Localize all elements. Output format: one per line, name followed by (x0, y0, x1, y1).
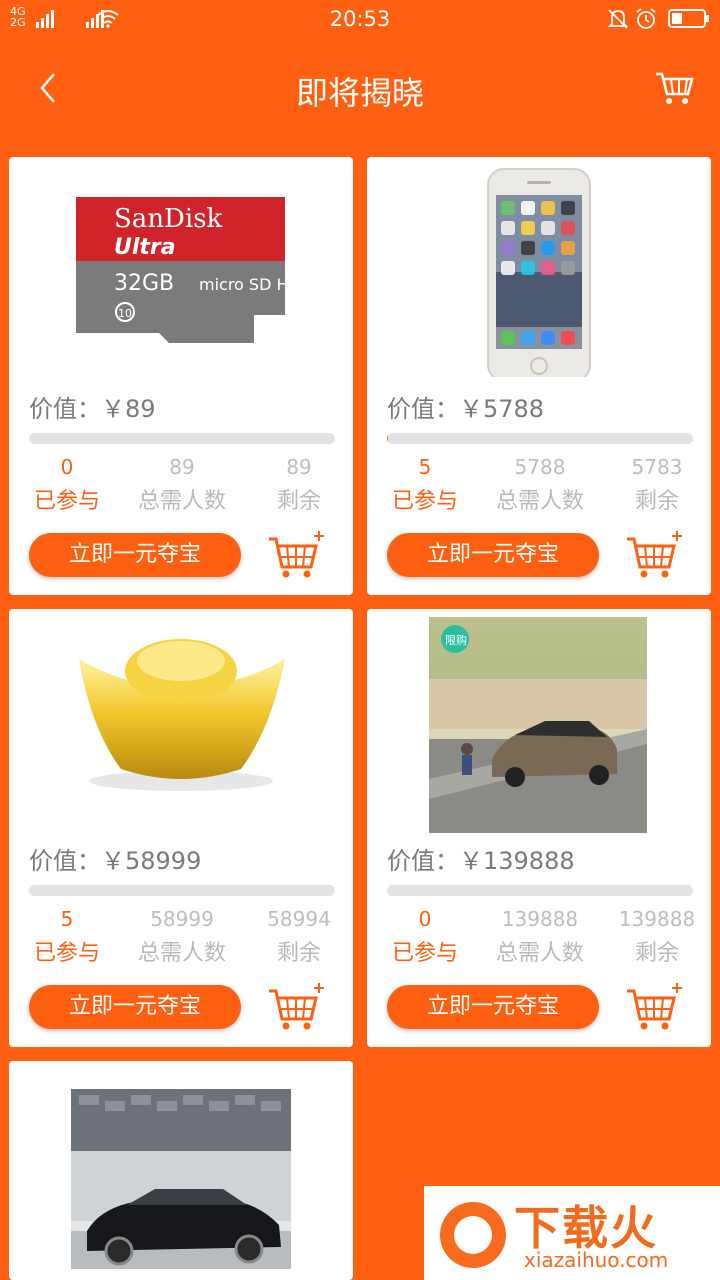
product-card[interactable]: 价值：￥5788 5 已参与 5788 总需人数 5783 剩余 立即一元夺宝 (367, 157, 711, 595)
sd-line-text: Ultra (114, 235, 176, 260)
product-image[interactable] (367, 157, 711, 382)
stat-total: 5788 总需人数 (485, 455, 595, 515)
progress-bar (29, 885, 335, 896)
stat-joined: 5 已参与 (385, 455, 465, 515)
remaining-count: 89 (286, 455, 312, 479)
buy-button[interactable]: 立即一元夺宝 (29, 985, 241, 1029)
sd-logo-text: micro SD HC I (199, 275, 310, 294)
product-card[interactable]: 价值：￥58999 5 已参与 58999 总需人数 58994 剩余 立即一元… (9, 609, 353, 1047)
joined-label: 已参与 (33, 941, 100, 966)
stat-total: 58999 总需人数 (127, 907, 237, 967)
total-label: 总需人数 (495, 489, 584, 514)
price-value: ￥89 (101, 395, 156, 423)
remaining-label: 剩余 (276, 489, 321, 514)
stat-remaining: 58994 剩余 (254, 907, 344, 967)
product-image[interactable]: 限购 (367, 609, 711, 833)
total-count: 5788 (514, 455, 566, 479)
remaining-count: 139888 (618, 907, 696, 931)
remaining-count: 58994 (267, 907, 331, 931)
joined-count: 5 (418, 455, 432, 479)
remaining-count: 5783 (631, 455, 683, 479)
stat-total: 89 总需人数 (127, 455, 237, 515)
stat-joined: 0 已参与 (27, 455, 107, 515)
price-row: 价值：￥58999 (29, 841, 201, 876)
product-image[interactable] (9, 609, 353, 829)
sd-class-text: 10 (118, 307, 132, 320)
alarm-icon (636, 8, 656, 29)
progress-bar (29, 433, 335, 444)
joined-label: 已参与 (391, 941, 458, 966)
add-to-cart-icon[interactable] (625, 981, 685, 1033)
sd-brand-text: SanDisk (114, 204, 223, 234)
battery-icon (668, 9, 709, 28)
progress-bar (387, 885, 693, 896)
add-to-cart-icon[interactable] (625, 529, 685, 581)
product-card[interactable]: 限购 价值：￥139888 0 已参与 139888 总需人数 139888 剩… (367, 609, 711, 1047)
status-bar: 4G 2G 20:53 (0, 0, 720, 40)
joined-label: 已参与 (391, 489, 458, 514)
remaining-label: 剩余 (634, 489, 679, 514)
total-count: 139888 (501, 907, 579, 931)
header-bar: 即将揭晓 (0, 40, 720, 140)
product-card[interactable] (9, 1061, 353, 1280)
total-count: 89 (169, 455, 195, 479)
page-title: 即将揭晓 (295, 74, 424, 112)
price-value: ￥139888 (459, 847, 575, 875)
price-row: 价值：￥139888 (387, 841, 575, 876)
add-to-cart-icon[interactable] (267, 529, 327, 581)
stat-joined: 5 已参与 (27, 907, 107, 967)
cart-icon[interactable] (654, 68, 694, 108)
total-label: 总需人数 (495, 941, 584, 966)
buy-button[interactable]: 立即一元夺宝 (387, 533, 599, 577)
product-image[interactable] (9, 1061, 353, 1280)
product-image[interactable]: SanDisk Ultra 32GB micro SD HC I 10 (9, 157, 353, 377)
price-row: 价值：￥89 (29, 389, 156, 424)
buy-button[interactable]: 立即一元夺宝 (29, 533, 241, 577)
joined-count: 5 (60, 907, 74, 931)
total-label: 总需人数 (137, 941, 226, 966)
watermark-url: xiazaihuo.com (524, 1248, 669, 1272)
price-row: 价值：￥5788 (387, 389, 544, 424)
stat-joined: 0 已参与 (385, 907, 465, 967)
product-card[interactable]: SanDisk Ultra 32GB micro SD HC I 10 价值：￥… (9, 157, 353, 595)
stat-remaining: 139888 剩余 (612, 907, 702, 967)
stat-remaining: 89 剩余 (254, 455, 344, 515)
remaining-label: 剩余 (634, 941, 679, 966)
stat-remaining: 5783 剩余 (612, 455, 702, 515)
limit-badge-text: 限购 (445, 633, 467, 647)
joined-count: 0 (418, 907, 432, 931)
add-to-cart-icon[interactable] (267, 981, 327, 1033)
price-label: 价值： (29, 847, 101, 875)
watermark-flame-icon (440, 1202, 506, 1268)
price-label: 价值： (387, 395, 459, 423)
mute-icon (607, 9, 629, 29)
joined-count: 0 (60, 455, 74, 479)
watermark-logo: 下载火 xiazaihuo.com (424, 1186, 720, 1280)
price-value: ￥58999 (101, 847, 202, 875)
total-label: 总需人数 (137, 489, 226, 514)
joined-label: 已参与 (33, 489, 100, 514)
progress-bar (387, 433, 693, 444)
total-count: 58999 (150, 907, 214, 931)
sd-capacity-text: 32GB (114, 271, 174, 296)
price-value: ￥5788 (459, 395, 545, 423)
buy-button[interactable]: 立即一元夺宝 (387, 985, 599, 1029)
stat-total: 139888 总需人数 (485, 907, 595, 967)
price-label: 价值： (29, 395, 101, 423)
remaining-label: 剩余 (276, 941, 321, 966)
price-label: 价值： (387, 847, 459, 875)
